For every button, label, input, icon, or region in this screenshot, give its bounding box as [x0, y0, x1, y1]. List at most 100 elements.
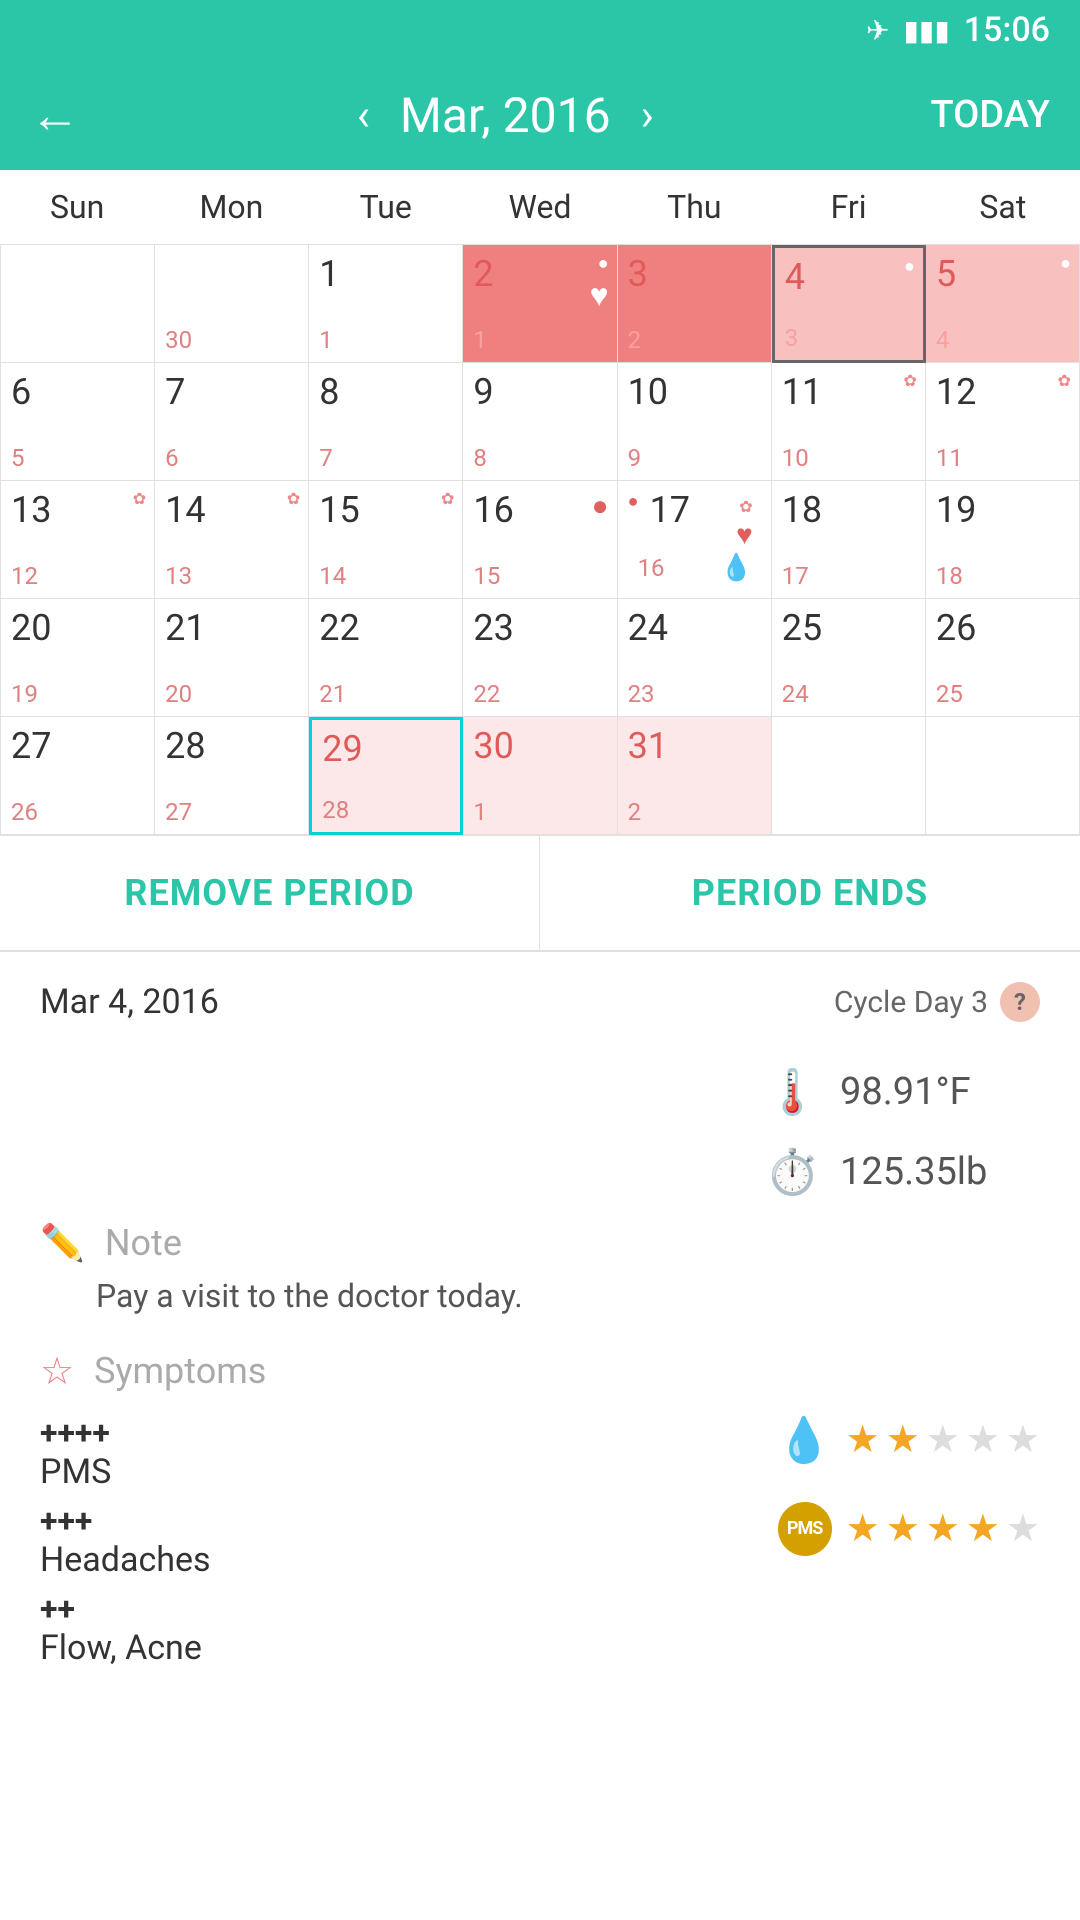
- metrics: 🌡️ 98.91°F ⏱️ 125.35lb: [40, 1052, 1040, 1212]
- cal-cell-19[interactable]: 19 18: [926, 481, 1080, 599]
- cal-cell-13[interactable]: 13 12 ✿: [1, 481, 155, 599]
- dot-icon-17: ●: [628, 491, 639, 512]
- cal-cell-2[interactable]: 2 1 ● ♥: [463, 245, 617, 363]
- cal-cell-empty-2[interactable]: 30: [155, 245, 309, 363]
- cal-cell-10[interactable]: 10 9: [618, 363, 772, 481]
- headaches-stars: ★ ★ ★ ★ ★: [846, 1506, 1040, 1551]
- symptoms-star-icon: ☆: [40, 1349, 74, 1394]
- teardrop-icon-17: 💧: [720, 553, 752, 583]
- pms-name: PMS: [40, 1452, 111, 1492]
- month-nav: ‹ Mar, 2016 ›: [357, 87, 654, 144]
- day-header-fri: Fri: [771, 170, 925, 244]
- scale-icon: ⏱️: [765, 1146, 820, 1198]
- cal-cell-29[interactable]: 29 28: [309, 717, 463, 835]
- headaches-intensity: +++: [40, 1502, 211, 1540]
- remove-period-button[interactable]: REMOVE PERIOD: [0, 836, 540, 950]
- day-header-thu: Thu: [617, 170, 771, 244]
- drop-icon-16: ●: [592, 489, 609, 522]
- flower-icon-17: ✿: [739, 497, 752, 516]
- symptom-row-headaches[interactable]: +++ Headaches PMS ★ ★ ★ ★ ★: [40, 1502, 1040, 1580]
- calendar: Sun Mon Tue Wed Thu Fri Sat 30 1 1 2 1 ●…: [0, 170, 1080, 835]
- pms-badge-icon: PMS: [778, 1502, 832, 1556]
- cal-cell-12[interactable]: 12 11 ✿: [926, 363, 1080, 481]
- cycle-help-button[interactable]: ?: [1000, 982, 1040, 1022]
- detail-section: Mar 4, 2016 Cycle Day 3 ? 🌡️ 98.91°F ⏱️ …: [0, 952, 1080, 1708]
- day-header-mon: Mon: [154, 170, 308, 244]
- temperature-value: 98.91°F: [840, 1070, 1040, 1114]
- cal-cell-18[interactable]: 18 17: [772, 481, 926, 599]
- acne-name: Flow, Acne: [40, 1628, 202, 1668]
- flower-icon-11: ✿: [903, 371, 916, 390]
- pencil-icon[interactable]: ✏️: [40, 1222, 85, 1264]
- cal-cell-31[interactable]: 31 2: [618, 717, 772, 835]
- cal-cell-empty-3[interactable]: [772, 717, 926, 835]
- day-headers: Sun Mon Tue Wed Thu Fri Sat: [0, 170, 1080, 245]
- thermometer-icon: 🌡️: [765, 1066, 820, 1118]
- cal-cell-23[interactable]: 23 22: [463, 599, 617, 717]
- status-bar: ✈ ▮▮▮ 15:06: [0, 0, 1080, 60]
- cal-cell-5[interactable]: 5 4 ●: [926, 245, 1080, 363]
- flower-icon-15: ✿: [441, 489, 454, 508]
- symptoms-header: ☆ Symptoms: [40, 1349, 1040, 1394]
- day-header-sun: Sun: [0, 170, 154, 244]
- cal-cell-25[interactable]: 25 24: [772, 599, 926, 717]
- cal-cell-empty-1[interactable]: [1, 245, 155, 363]
- note-label: Note: [105, 1222, 182, 1264]
- drop-info-icon: 💧: [777, 1414, 832, 1466]
- day-header-wed: Wed: [463, 170, 617, 244]
- cal-cell-8[interactable]: 8 7: [309, 363, 463, 481]
- airplane-icon: ✈: [866, 14, 889, 47]
- cal-cell-14[interactable]: 14 13 ✿: [155, 481, 309, 599]
- dot-white2-icon: ●: [1060, 253, 1071, 274]
- day-header-tue: Tue: [309, 170, 463, 244]
- dot-icon: ●: [598, 253, 609, 274]
- cal-cell-26[interactable]: 26 25: [926, 599, 1080, 717]
- acne-intensity: ++: [40, 1590, 202, 1628]
- prev-month-button[interactable]: ‹: [357, 89, 370, 141]
- pms-intensity: ++++: [40, 1414, 111, 1452]
- cal-cell-7[interactable]: 7 6: [155, 363, 309, 481]
- period-ends-button[interactable]: PERIOD ENDS: [540, 836, 1080, 950]
- next-month-button[interactable]: ›: [641, 89, 654, 141]
- temperature-row: 🌡️ 98.91°F: [40, 1052, 1040, 1132]
- symptom-row-acne[interactable]: ++ Flow, Acne: [40, 1590, 1040, 1668]
- heart-icon: ♥: [590, 276, 609, 314]
- pms-stars: ★ ★ ★ ★ ★: [846, 1417, 1040, 1462]
- symptom-row-pms[interactable]: ++++ PMS 💧 ★ ★ ★ ★ ★: [40, 1414, 1040, 1492]
- note-section: ✏️ Note Pay a visit to the doctor today.: [40, 1222, 1040, 1319]
- battery-icon: ▮▮▮: [904, 14, 950, 47]
- cal-cell-30[interactable]: 30 1: [463, 717, 617, 835]
- calendar-grid: 30 1 1 2 1 ● ♥ 3 2 4 3 ● 5 4: [0, 245, 1080, 835]
- cal-cell-4[interactable]: 4 3 ●: [772, 245, 926, 363]
- cal-cell-9[interactable]: 9 8: [463, 363, 617, 481]
- cal-cell-20[interactable]: 20 19: [1, 599, 155, 717]
- symptoms-label: Symptoms: [94, 1350, 266, 1392]
- cal-cell-21[interactable]: 21 20: [155, 599, 309, 717]
- back-button[interactable]: ←: [30, 86, 80, 145]
- weight-value: 125.35lb: [840, 1150, 1040, 1194]
- note-text: Pay a visit to the doctor today.: [96, 1274, 1040, 1319]
- cal-cell-22[interactable]: 22 21: [309, 599, 463, 717]
- flower-icon-14: ✿: [287, 489, 300, 508]
- cal-cell-empty-4[interactable]: [926, 717, 1080, 835]
- cal-cell-28[interactable]: 28 27: [155, 717, 309, 835]
- cal-cell-6[interactable]: 6 5: [1, 363, 155, 481]
- cal-cell-24[interactable]: 24 23: [618, 599, 772, 717]
- cal-cell-3[interactable]: 3 2: [618, 245, 772, 363]
- cal-cell-17[interactable]: ● 17 16 ✿ ♥ 💧: [618, 481, 772, 599]
- cal-cell-15[interactable]: 15 14 ✿: [309, 481, 463, 599]
- flower-icon-12: ✿: [1058, 371, 1071, 390]
- month-title: Mar, 2016: [400, 87, 611, 144]
- dot-white-icon: ●: [904, 256, 915, 277]
- note-header: ✏️ Note: [40, 1222, 1040, 1264]
- today-button[interactable]: TODAY: [930, 93, 1050, 137]
- cal-cell-11[interactable]: 11 10 ✿: [772, 363, 926, 481]
- cycle-day-text: Cycle Day 3: [834, 985, 988, 1020]
- cal-cell-1[interactable]: 1 1: [309, 245, 463, 363]
- detail-header: Mar 4, 2016 Cycle Day 3 ?: [40, 982, 1040, 1022]
- calendar-header: ← ‹ Mar, 2016 › TODAY: [0, 60, 1080, 170]
- cal-cell-16[interactable]: 16 15 ●: [463, 481, 617, 599]
- heart-icon-17: ♥: [736, 518, 753, 551]
- status-time: 15:06: [964, 10, 1050, 50]
- cal-cell-27[interactable]: 27 26: [1, 717, 155, 835]
